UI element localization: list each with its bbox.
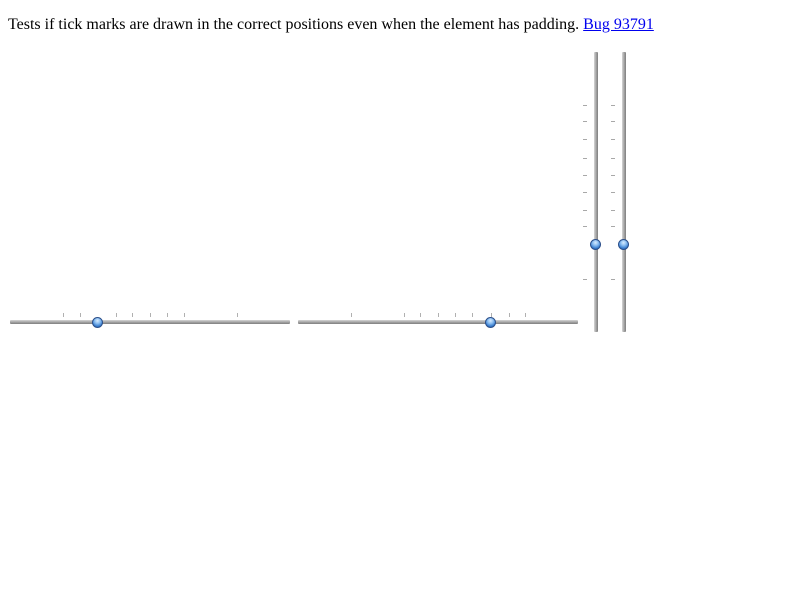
- tick-mark: [611, 226, 615, 227]
- slider-track: [594, 52, 598, 332]
- tick-mark: [472, 313, 473, 317]
- tick-mark: [132, 313, 133, 317]
- tick-mark: [351, 313, 352, 317]
- tick-mark: [611, 105, 615, 106]
- tick-mark: [583, 121, 587, 122]
- tick-mark: [80, 313, 81, 317]
- tick-mark: [611, 175, 615, 176]
- slider-thumb-icon[interactable]: [618, 239, 629, 250]
- tick-mark: [237, 313, 238, 317]
- tick-mark: [583, 210, 587, 211]
- tick-mark: [611, 279, 615, 280]
- tick-mark: [583, 226, 587, 227]
- tick-mark: [611, 158, 615, 159]
- tick-mark: [583, 105, 587, 106]
- slider-thumb-icon[interactable]: [485, 317, 496, 328]
- description: Tests if tick marks are drawn in the cor…: [8, 15, 654, 35]
- slider-track: [622, 52, 626, 332]
- tick-mark: [583, 158, 587, 159]
- tick-mark: [116, 313, 117, 317]
- slider-track: [10, 320, 290, 324]
- tick-mark: [509, 313, 510, 317]
- tick-mark: [184, 313, 185, 317]
- slider-track: [298, 320, 578, 324]
- tick-mark: [525, 313, 526, 317]
- slider-thumb-icon[interactable]: [590, 239, 601, 250]
- horizontal-slider-2[interactable]: [298, 312, 578, 332]
- description-text: Tests if tick marks are drawn in the cor…: [8, 16, 580, 33]
- vertical-slider-1[interactable]: [583, 52, 603, 332]
- tick-mark: [438, 313, 439, 317]
- tick-mark: [583, 175, 587, 176]
- tick-mark: [611, 139, 615, 140]
- tick-mark: [150, 313, 151, 317]
- vertical-slider-2[interactable]: [611, 52, 631, 332]
- tick-mark: [167, 313, 168, 317]
- tick-mark: [63, 313, 64, 317]
- slider-thumb-icon[interactable]: [92, 317, 103, 328]
- tick-mark: [583, 279, 587, 280]
- tick-mark: [611, 192, 615, 193]
- tick-mark: [404, 313, 405, 317]
- tick-mark: [611, 210, 615, 211]
- tick-mark: [583, 139, 587, 140]
- bug-link[interactable]: Bug 93791: [583, 16, 654, 33]
- horizontal-slider-1[interactable]: [10, 312, 290, 332]
- tick-mark: [455, 313, 456, 317]
- tick-mark: [420, 313, 421, 317]
- tick-mark: [583, 192, 587, 193]
- tick-mark: [611, 121, 615, 122]
